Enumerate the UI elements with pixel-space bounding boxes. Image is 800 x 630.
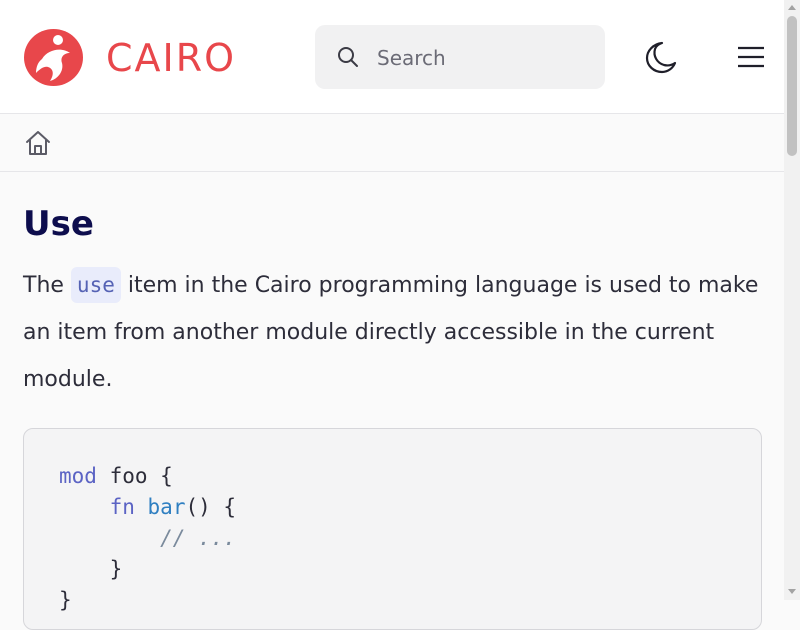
brand-name: CAIRO xyxy=(106,35,237,80)
scroll-up-arrow-icon[interactable] xyxy=(788,5,796,10)
home-icon[interactable] xyxy=(24,129,52,157)
code-keyword-mod: mod xyxy=(59,464,97,488)
breadcrumb xyxy=(0,114,784,172)
page-title: Use xyxy=(23,204,94,244)
cairo-logo-icon xyxy=(24,29,83,86)
search-input[interactable] xyxy=(375,43,589,73)
intro-prefix: The xyxy=(23,273,71,298)
code-content: mod foo { fn bar() { // ... } } xyxy=(59,461,236,616)
code-line5: } xyxy=(59,588,72,612)
cairo-logo[interactable]: CAIRO xyxy=(24,29,236,86)
code-comment: // ... xyxy=(160,526,237,550)
site-header: CAIRO xyxy=(0,0,784,114)
code-line2-rest: () { xyxy=(185,495,237,519)
inline-code-use: use xyxy=(70,267,121,303)
search-icon xyxy=(338,47,358,67)
code-function-name: bar xyxy=(147,495,186,519)
code-line1-rest: foo { xyxy=(96,464,173,488)
page-scrollbar[interactable] xyxy=(784,0,800,600)
scrollbar-thumb[interactable] xyxy=(787,16,797,156)
intro-suffix: item in the Cairo programming language i… xyxy=(23,273,759,392)
code-line4: } xyxy=(59,557,123,581)
moon-icon[interactable] xyxy=(642,39,678,75)
code-keyword-fn: fn xyxy=(109,495,135,519)
hamburger-menu-icon[interactable] xyxy=(737,44,765,70)
scroll-down-arrow-icon[interactable] xyxy=(788,589,796,594)
main-content: Use The use item in the Cairo programmin… xyxy=(23,172,763,403)
search-box[interactable] xyxy=(315,25,605,89)
intro-paragraph: The use item in the Cairo programming la… xyxy=(23,262,763,403)
